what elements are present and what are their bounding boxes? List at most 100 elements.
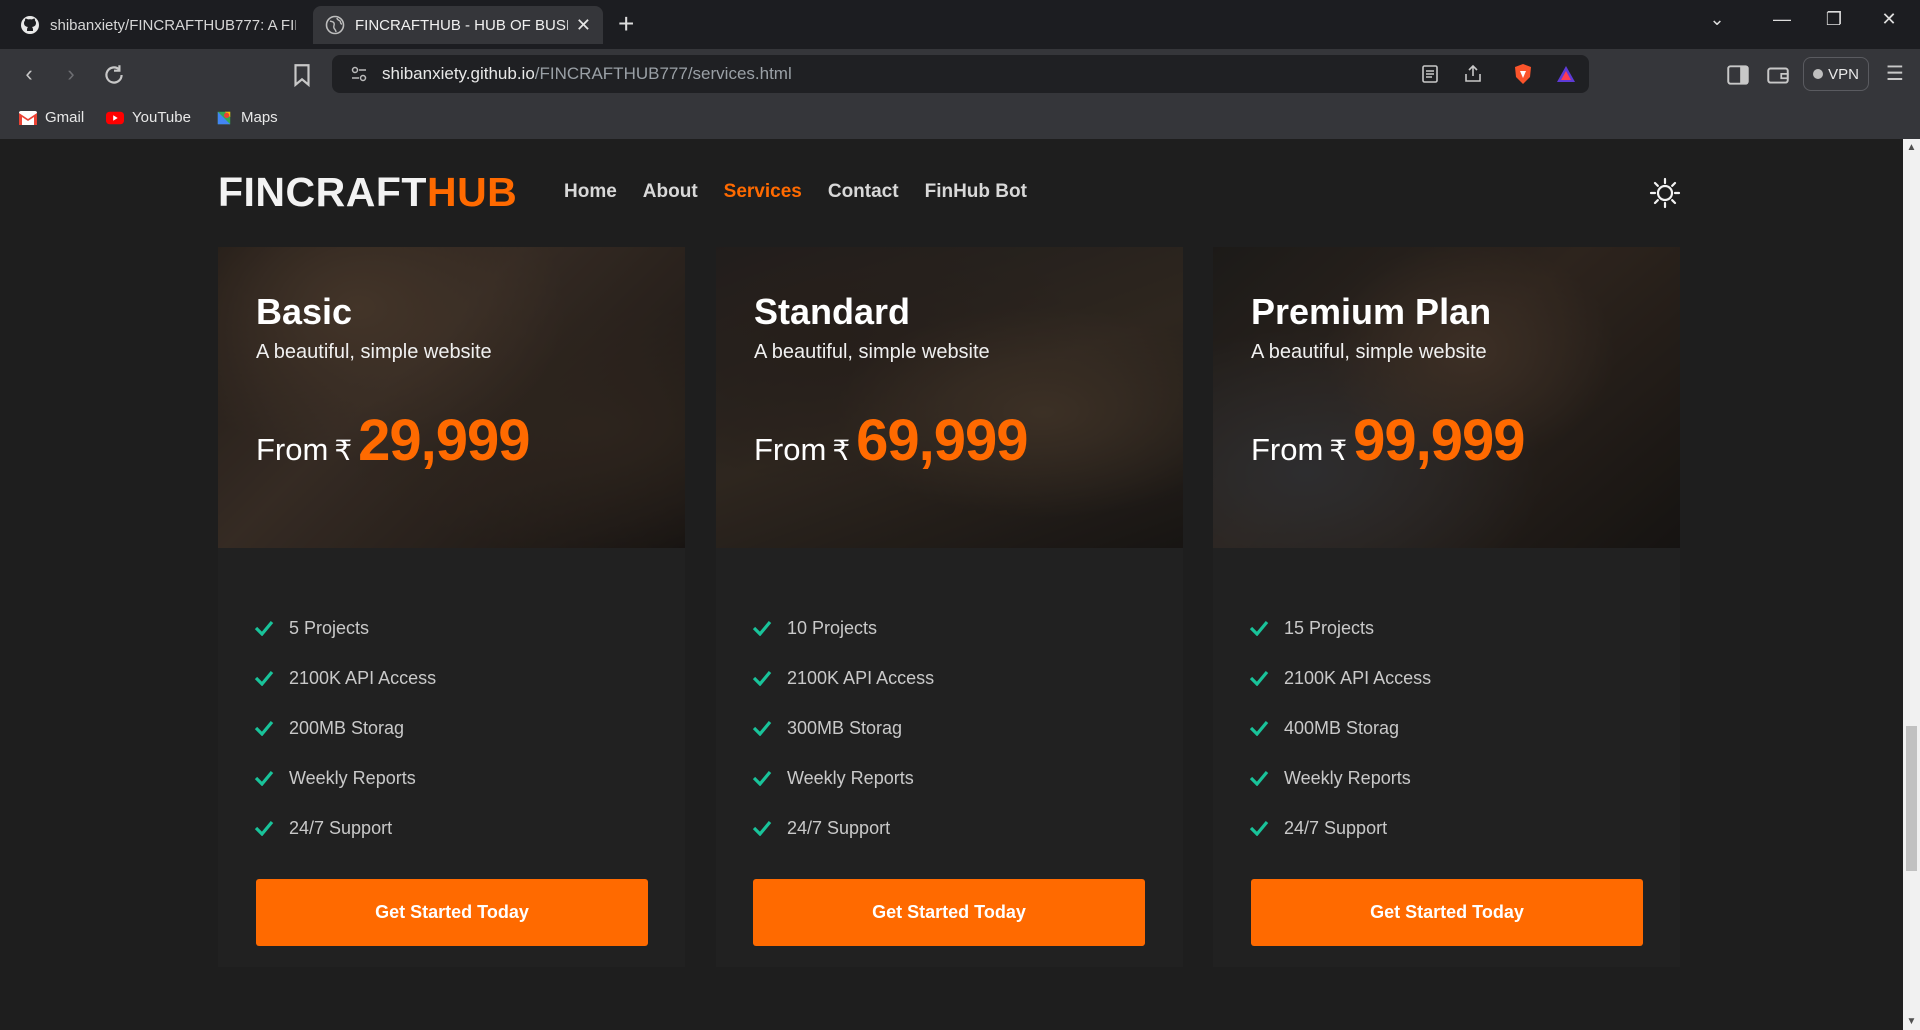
feature-item: 10 Projects bbox=[752, 603, 934, 653]
feature-label: 200MB Storag bbox=[289, 717, 405, 738]
vpn-status-icon bbox=[1813, 69, 1824, 79]
restore-icon[interactable]: ❐ bbox=[1814, 4, 1854, 34]
reader-mode-icon[interactable] bbox=[1419, 63, 1441, 85]
feature-item: Weekly Reports bbox=[752, 753, 934, 803]
url-host: shibanxiety.github.io bbox=[382, 64, 535, 83]
price-prefix: From bbox=[754, 432, 827, 467]
tab-fincrafthub[interactable]: FINCRAFTHUB - HUB OF BUSINE ✕ bbox=[313, 6, 603, 44]
bookmark-label: YouTube bbox=[132, 109, 191, 126]
feature-item: 5 Projects bbox=[254, 603, 436, 653]
back-icon[interactable]: ‹ bbox=[16, 61, 42, 87]
feature-item: Weekly Reports bbox=[1249, 753, 1431, 803]
feature-item: 2100K API Access bbox=[752, 653, 934, 703]
pricing-card-basic: Basic A beautiful, simple website From ₹… bbox=[218, 247, 685, 967]
feature-label: 2100K API Access bbox=[289, 667, 437, 688]
url-text: shibanxiety.github.io/FINCRAFTHUB777/ser… bbox=[382, 64, 792, 84]
bookmark-gmail[interactable]: Gmail bbox=[19, 109, 84, 126]
plan-subtitle: A beautiful, simple website bbox=[754, 341, 990, 363]
forward-icon[interactable]: › bbox=[58, 61, 84, 87]
logo-accent: HUB bbox=[426, 169, 518, 215]
card-hero-image: Standard A beautiful, simple website Fro… bbox=[716, 247, 1183, 548]
check-icon bbox=[752, 670, 772, 686]
feature-item: Weekly Reports bbox=[254, 753, 436, 803]
sidebar-toggle-icon[interactable] bbox=[1725, 62, 1751, 88]
brave-rewards-icon[interactable] bbox=[1555, 63, 1577, 85]
feature-label: 24/7 Support bbox=[289, 817, 393, 838]
check-icon bbox=[1249, 770, 1269, 786]
tab-github[interactable]: shibanxiety/FINCRAFTHUB777: A FIN bbox=[8, 6, 308, 44]
bookmark-label: Maps bbox=[241, 109, 278, 126]
feature-item: 24/7 Support bbox=[254, 803, 436, 853]
vpn-button[interactable]: VPN bbox=[1803, 57, 1869, 91]
scroll-down-icon[interactable]: ▼ bbox=[1903, 1016, 1920, 1027]
feature-item: 24/7 Support bbox=[1249, 803, 1431, 853]
feature-label: Weekly Reports bbox=[289, 767, 416, 788]
tab-bar: shibanxiety/FINCRAFTHUB777: A FIN FINCRA… bbox=[0, 0, 1920, 49]
feature-label: Weekly Reports bbox=[787, 767, 914, 788]
feature-label: 400MB Storag bbox=[1284, 717, 1400, 738]
plan-title: Standard bbox=[754, 291, 911, 332]
close-window-icon[interactable]: ✕ bbox=[1869, 4, 1909, 34]
pricing-card-standard: Standard A beautiful, simple website Fro… bbox=[716, 247, 1183, 967]
get-started-button-standard[interactable]: Get Started Today bbox=[753, 879, 1145, 946]
check-icon bbox=[1249, 620, 1269, 636]
plan-title: Basic bbox=[256, 291, 353, 332]
price-prefix: From bbox=[1251, 432, 1324, 467]
globe-icon bbox=[325, 15, 345, 35]
scrollbar-thumb[interactable] bbox=[1906, 726, 1917, 871]
nav-home[interactable]: Home bbox=[564, 181, 617, 203]
currency-symbol: ₹ bbox=[1329, 435, 1348, 466]
address-bar[interactable]: shibanxiety.github.io/FINCRAFTHUB777/ser… bbox=[332, 55, 1589, 93]
page-scrollbar[interactable]: ▲ ▼ bbox=[1903, 139, 1920, 1030]
check-icon bbox=[254, 770, 274, 786]
vpn-label: VPN bbox=[1828, 65, 1859, 83]
plan-subtitle: A beautiful, simple website bbox=[256, 341, 492, 363]
main-nav: Home About Services Contact FinHub Bot bbox=[564, 181, 1027, 203]
currency-symbol: ₹ bbox=[832, 435, 851, 466]
check-icon bbox=[1249, 670, 1269, 686]
scroll-up-icon[interactable]: ▲ bbox=[1903, 142, 1920, 153]
plan-title: Premium Plan bbox=[1251, 291, 1492, 332]
plan-price: From ₹ 69,999 bbox=[754, 407, 1029, 474]
price-amount: 69,999 bbox=[856, 408, 1028, 473]
nav-about[interactable]: About bbox=[643, 181, 698, 203]
share-icon[interactable] bbox=[1462, 63, 1484, 85]
brave-shields-icon[interactable] bbox=[1512, 63, 1534, 85]
feature-list: 10 Projects 2100K API Access 300MB Stora… bbox=[752, 603, 934, 853]
tab-search-icon[interactable]: ⌄ bbox=[1697, 4, 1737, 34]
wallet-icon[interactable] bbox=[1765, 62, 1791, 88]
new-tab-button[interactable]: + bbox=[618, 8, 634, 40]
feature-item: 2100K API Access bbox=[1249, 653, 1431, 703]
get-started-button-basic[interactable]: Get Started Today bbox=[256, 879, 648, 946]
plan-subtitle: A beautiful, simple website bbox=[1251, 341, 1487, 363]
feature-label: 24/7 Support bbox=[787, 817, 891, 838]
price-amount: 99,999 bbox=[1353, 408, 1525, 473]
price-amount: 29,999 bbox=[358, 408, 530, 473]
feature-item: 2100K API Access bbox=[254, 653, 436, 703]
feature-label: 2100K API Access bbox=[1284, 667, 1432, 688]
minimize-icon[interactable]: — bbox=[1762, 4, 1802, 34]
url-path: /FINCRAFTHUB777/services.html bbox=[534, 64, 792, 83]
site-logo[interactable]: FINCRAFTHUB bbox=[218, 169, 517, 216]
close-tab-icon[interactable]: ✕ bbox=[576, 15, 591, 36]
reload-icon[interactable] bbox=[101, 62, 127, 88]
nav-finhub-bot[interactable]: FinHub Bot bbox=[925, 181, 1027, 203]
sun-icon[interactable] bbox=[1649, 177, 1681, 209]
feature-item: 15 Projects bbox=[1249, 603, 1431, 653]
nav-services[interactable]: Services bbox=[724, 181, 802, 203]
nav-contact[interactable]: Contact bbox=[828, 181, 899, 203]
bookmark-icon[interactable] bbox=[291, 62, 313, 88]
check-icon bbox=[752, 820, 772, 836]
tab-title: FINCRAFTHUB - HUB OF BUSINE bbox=[355, 16, 568, 34]
bookmark-maps[interactable]: Maps bbox=[215, 109, 278, 126]
check-icon bbox=[752, 720, 772, 736]
menu-icon[interactable]: ☰ bbox=[1882, 61, 1908, 87]
check-icon bbox=[254, 720, 274, 736]
get-started-button-premium[interactable]: Get Started Today bbox=[1251, 879, 1643, 946]
feature-label: 5 Projects bbox=[289, 617, 370, 638]
feature-item: 400MB Storag bbox=[1249, 703, 1431, 753]
feature-item: 300MB Storag bbox=[752, 703, 934, 753]
check-icon bbox=[254, 670, 274, 686]
bookmark-youtube[interactable]: YouTube bbox=[106, 109, 191, 126]
site-settings-icon[interactable] bbox=[350, 65, 368, 83]
